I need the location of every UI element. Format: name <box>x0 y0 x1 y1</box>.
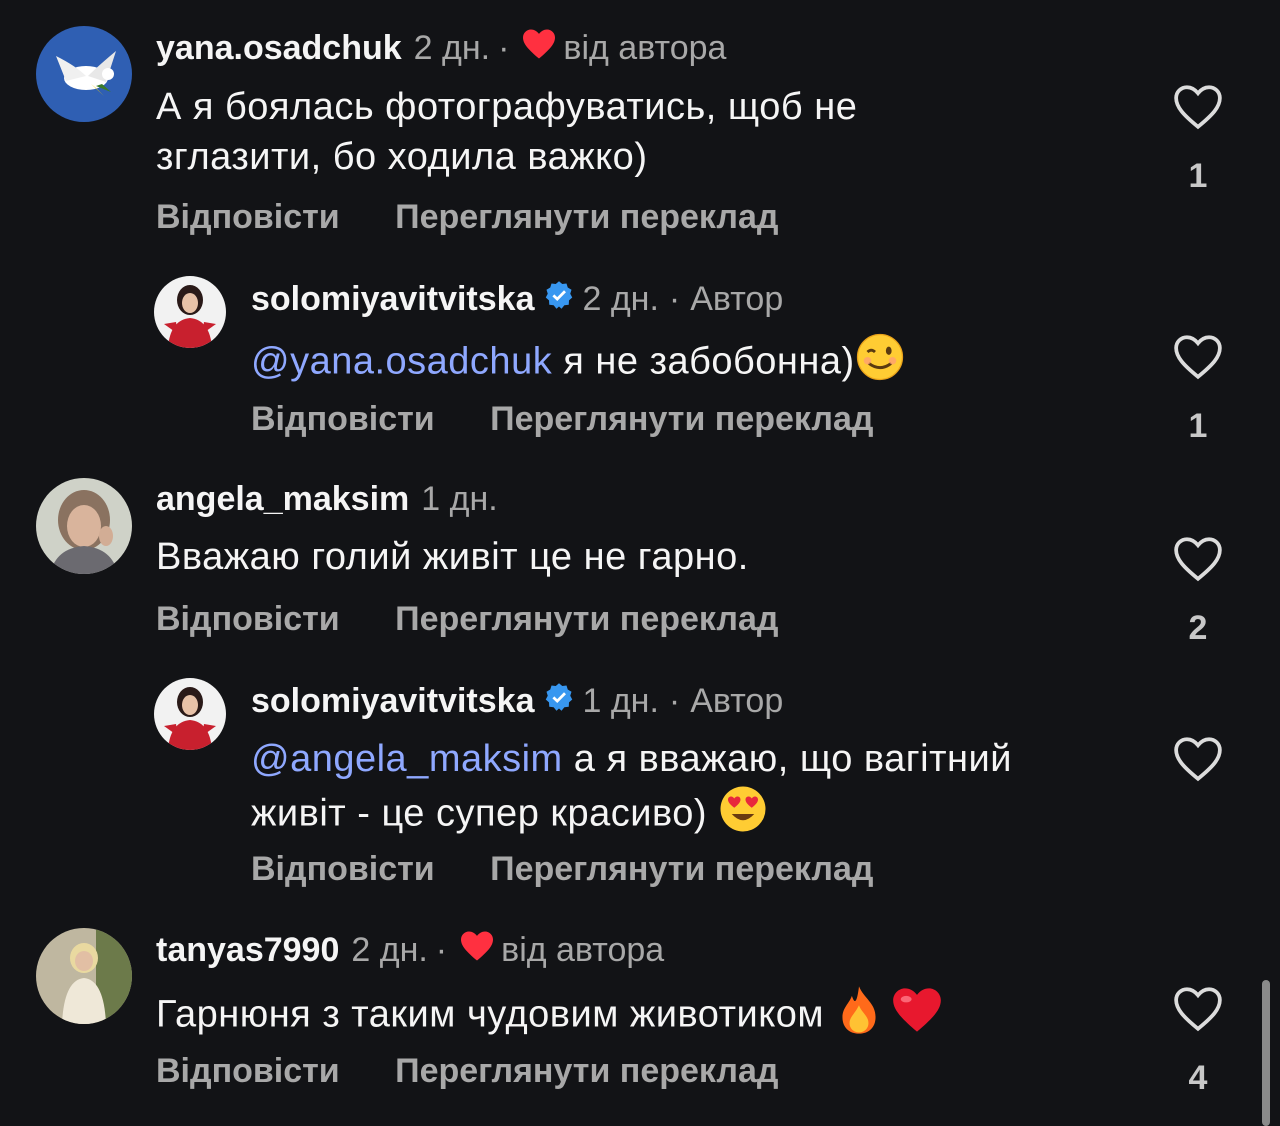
username[interactable]: tanyas7990 <box>156 931 339 970</box>
mention-link[interactable]: @yana.osadchuk <box>251 341 552 383</box>
dot-separator: · <box>498 29 510 67</box>
comment-text-body: Гарнюня з таким чудовим животиком <box>156 993 836 1036</box>
comment-text-line: Вважаю голий живіт це не гарно. <box>156 536 749 578</box>
timestamp: 1 дн. <box>421 480 498 518</box>
comment-text: Вважаю голий живіт це не гарно. <box>156 532 1056 582</box>
comment-text-line: @angela_maksim а я вважаю, що вагітний <box>251 734 1151 784</box>
timestamp: 2 дн. <box>351 931 428 969</box>
see-translation-button[interactable]: Переглянути переклад <box>395 198 778 236</box>
comment-text: @yana.osadchuk я не забобонна) <box>251 332 1151 395</box>
comment-actions: Відповісти Переглянути переклад <box>156 600 778 639</box>
like-control: 1 <box>1170 334 1226 446</box>
reply-button[interactable]: Відповісти <box>156 198 340 236</box>
heart-outline-icon[interactable] <box>1173 85 1223 134</box>
avatar[interactable] <box>36 478 132 574</box>
heart-filled-icon <box>521 28 557 69</box>
heart-outline-icon[interactable] <box>1173 537 1223 586</box>
reply-button[interactable]: Відповісти <box>156 600 340 638</box>
see-translation-button[interactable]: Переглянути переклад <box>490 850 873 888</box>
comment-text-line: зглазити, бо ходила важко) <box>156 136 648 178</box>
username[interactable]: solomiyavitvitska <box>251 280 534 319</box>
username[interactable]: angela_maksim <box>156 480 409 519</box>
comment-text-body: живіт - це супер красиво) <box>251 792 719 835</box>
comment-meta: solomiyavitvitska 2 дн. · Автор <box>251 280 783 319</box>
comment-text: Гарнюня з таким чудовим животиком <box>156 984 1056 1049</box>
scrollbar[interactable] <box>1262 980 1270 1126</box>
like-count: 2 <box>1188 609 1208 647</box>
comment-meta: solomiyavitvitska 1 дн. · Автор <box>251 682 783 721</box>
comment-text-body: а я вважаю, що вагітний <box>562 738 1012 780</box>
comment-actions: Відповісти Переглянути переклад <box>156 198 778 237</box>
liked-by-author-label: від автора <box>501 931 665 969</box>
author-tag: Автор <box>690 280 784 318</box>
like-count: 1 <box>1188 407 1208 445</box>
comment-text: @angela_maksim а я вважаю, що вагітний ж… <box>251 734 1151 847</box>
like-control <box>1170 736 1226 809</box>
reply-button[interactable]: Відповісти <box>156 1052 340 1090</box>
comment-meta: yana.osadchuk 2 дн. · від автора <box>156 28 726 69</box>
comment-actions: Відповісти Переглянути переклад <box>251 400 873 439</box>
heart-outline-icon[interactable] <box>1173 737 1223 786</box>
like-count: 1 <box>1188 157 1208 195</box>
like-count: 4 <box>1188 1059 1208 1097</box>
comment-text-line: живіт - це супер красиво) <box>251 784 1151 847</box>
verified-badge-icon <box>544 682 574 721</box>
comment-text: А я боялась фотографуватись, щоб не згла… <box>156 82 1056 182</box>
heart-eyes-emoji-icon <box>718 784 768 847</box>
dot-separator: · <box>435 931 448 969</box>
like-control: 1 <box>1170 84 1226 196</box>
comment-meta: angela_maksim 1 дн. <box>156 480 498 519</box>
dot-separator: · <box>668 682 681 720</box>
avatar[interactable] <box>154 678 226 750</box>
like-control: 2 <box>1170 536 1226 648</box>
comment-text-line: А я боялась фотографуватись, щоб не <box>156 86 858 128</box>
see-translation-button[interactable]: Переглянути переклад <box>395 1052 778 1090</box>
dot-separator: · <box>668 280 681 318</box>
username[interactable]: solomiyavitvitska <box>251 682 534 721</box>
mention-link[interactable]: @angela_maksim <box>251 738 563 780</box>
timestamp: 1 дн. <box>582 682 659 720</box>
avatar[interactable] <box>36 928 132 1024</box>
liked-by-author-label: від автора <box>563 29 727 67</box>
fire-emoji-icon <box>835 984 883 1049</box>
verified-badge-icon <box>544 280 574 319</box>
like-control: 4 <box>1170 986 1226 1098</box>
timestamp: 2 дн. <box>413 29 491 67</box>
comment-actions: Відповісти Переглянути переклад <box>156 1052 778 1091</box>
red-heart-emoji-icon <box>891 986 943 1047</box>
username[interactable]: yana.osadchuk <box>156 29 402 68</box>
winking-face-emoji-icon <box>855 332 905 395</box>
heart-filled-icon <box>459 930 495 971</box>
see-translation-button[interactable]: Переглянути переклад <box>395 600 778 638</box>
avatar[interactable] <box>154 276 226 348</box>
heart-outline-icon[interactable] <box>1173 987 1223 1036</box>
comment-text-body: я не забобонна) <box>552 340 855 383</box>
reply-button[interactable]: Відповісти <box>251 400 435 438</box>
see-translation-button[interactable]: Переглянути переклад <box>490 400 873 438</box>
comment-actions: Відповісти Переглянути переклад <box>251 850 873 889</box>
reply-button[interactable]: Відповісти <box>251 850 435 888</box>
comment-meta: tanyas7990 2 дн. · від автора <box>156 930 664 971</box>
timestamp: 2 дн. <box>582 280 659 318</box>
heart-outline-icon[interactable] <box>1173 335 1223 384</box>
author-tag: Автор <box>690 682 784 720</box>
avatar[interactable] <box>36 26 132 122</box>
